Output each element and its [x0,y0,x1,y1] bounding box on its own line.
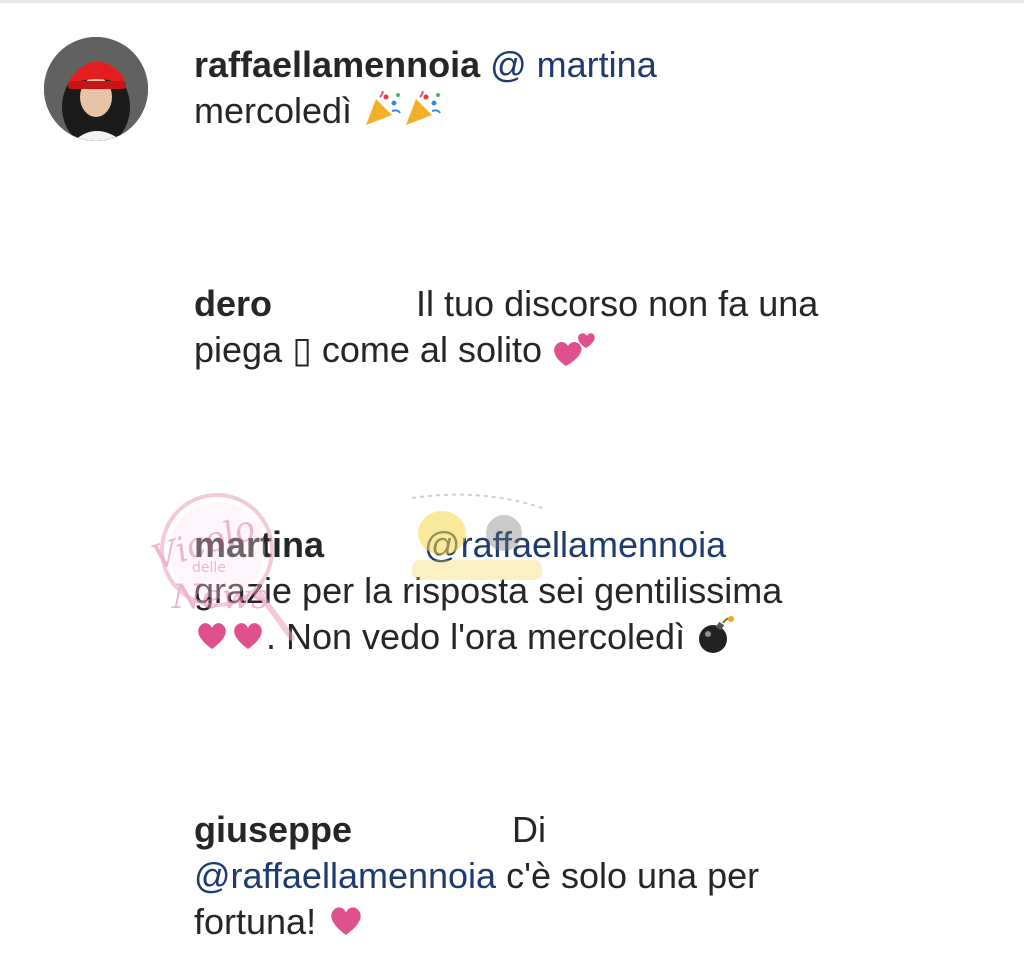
two-hearts-icon [552,328,598,368]
comment-1: raffaellamennoia @ martina mercoledì [194,42,894,134]
comment-text: fortuna! [194,901,327,942]
party-popper-icon [362,91,402,127]
heart-icon [326,903,366,937]
comment-username[interactable]: raffaellamennoia [194,44,480,85]
comment-text: piega ▯ come al solito [194,329,542,370]
comment-text: Di [512,809,547,850]
comment-4: giuseppe Di @raffaellamennoia c'è solo un… [194,807,894,945]
top-divider [0,0,1024,3]
comment-2: dero Il tuo discorso non fa una piega ▯ c… [194,281,894,373]
comment-mention[interactable]: @ martina [490,44,657,85]
heart-icon [230,619,266,651]
comment-mention[interactable]: @raffaellamennoia [194,855,496,896]
party-popper-icon [402,91,442,127]
comment-username[interactable]: dero [194,283,272,324]
comment-text: grazie per la risposta sei gentilissima [194,570,783,611]
comment-username[interactable]: giuseppe [194,809,352,850]
comment-text: c'è solo una per [496,855,760,896]
heart-icon [194,619,230,651]
comment-text: Il tuo discorso non fa una [416,283,819,324]
comment-username[interactable]: martina [194,524,324,565]
comment-text: mercoledì [194,90,353,131]
comment-text: . Non vedo l'ora mercoledì [266,616,686,657]
comment-3: martina @raffaellamennoia grazie per la r… [194,522,894,660]
avatar[interactable] [44,37,148,141]
bomb-icon [695,615,735,655]
comment-mention[interactable]: @raffaellamennoia [424,524,726,565]
